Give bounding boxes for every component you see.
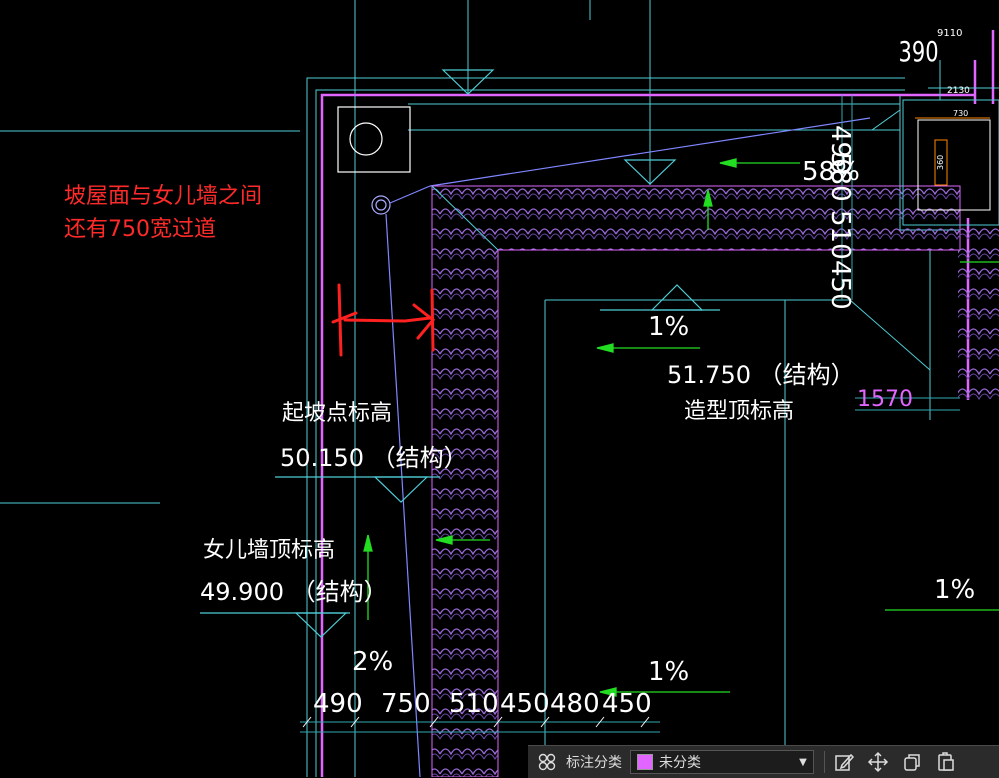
edit-icon[interactable]: [829, 748, 859, 776]
ridge-elevation-value: 51.750 （结构）: [667, 361, 855, 389]
slope-bottom-center: 1%: [648, 657, 689, 687]
start-slope-value: 50.150 （结构）: [280, 444, 468, 472]
bdim-750: 750: [381, 689, 431, 719]
category-select-value: 未分类: [659, 755, 701, 771]
bdim-450b: 450: [602, 689, 652, 719]
dim-2130: 2130: [947, 86, 970, 96]
ridge-elevation-title: 造型顶标高: [684, 399, 794, 424]
slope-right: 1%: [934, 575, 975, 605]
bdim-510: 510: [449, 689, 499, 719]
annotation-toolbar: 标注分类 未分类 ▼: [528, 745, 999, 778]
category-swatch: [637, 754, 653, 770]
annotation-line-1: 坡屋面与女儿墙之间: [64, 184, 263, 209]
bdim-480: 480: [550, 689, 600, 719]
bdim-490: 490: [313, 689, 363, 719]
frame-lines: [306, 77, 960, 777]
dim-1570: 1570: [857, 387, 913, 412]
copy-icon[interactable]: [897, 748, 927, 776]
dim-top-390: 390: [899, 35, 939, 68]
grid-icon[interactable]: [534, 749, 560, 775]
bdim-450a: 450: [500, 689, 550, 719]
category-select[interactable]: 未分类 ▼: [630, 750, 814, 774]
category-label: 标注分类: [566, 755, 622, 771]
drain-box[interactable]: [337, 106, 411, 173]
vdim-510: 510: [825, 210, 855, 260]
slope-bottom-left: 2%: [352, 647, 393, 677]
dim-360: 360: [936, 155, 945, 170]
annotation-line-2: 还有750宽过道: [64, 217, 216, 242]
dim-9110: 9110: [937, 28, 962, 39]
vdim-450: 450: [825, 260, 855, 310]
red-annotation-note: 坡屋面与女儿墙之间 还有750宽过道: [64, 180, 262, 246]
parapet-top-title: 女儿墙顶标高: [203, 538, 335, 563]
toolbar-divider: [824, 751, 825, 773]
chevron-down-icon[interactable]: ▼: [793, 757, 813, 768]
parapet-top-value: 49.900 （结构）: [200, 578, 388, 606]
paste-icon[interactable]: [931, 748, 961, 776]
cad-drawing-canvas[interactable]: 390 9110 2130 730 360 1570 490 580 510 4…: [0, 0, 999, 777]
slope-58: 58%: [802, 157, 860, 187]
move-icon[interactable]: [863, 748, 893, 776]
dim-730: 730: [953, 109, 968, 118]
start-slope-title: 起坡点标高: [282, 401, 392, 426]
rain-outlet-icon[interactable]: [371, 195, 391, 215]
grid-lines: [0, 0, 651, 777]
red-markup: [331, 283, 436, 357]
slope-center: 1%: [648, 312, 689, 342]
